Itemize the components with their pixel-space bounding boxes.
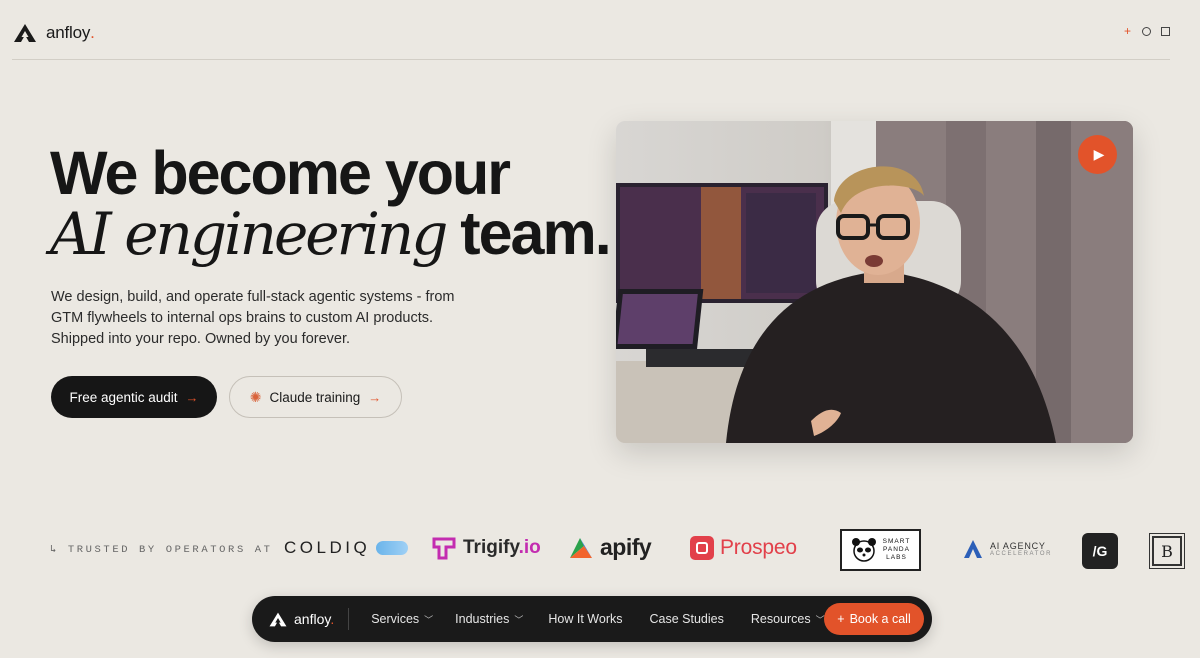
free-audit-label: Free agentic audit xyxy=(69,389,178,405)
b-logo: B xyxy=(1149,533,1185,569)
hero-title-end: team. xyxy=(445,199,611,267)
claude-training-label: Claude training xyxy=(269,389,361,405)
trigify-logo: Trigify.io xyxy=(431,535,541,561)
cloud-icon xyxy=(376,541,409,555)
nav-item-label: Industries xyxy=(455,612,510,626)
plus-icon: + xyxy=(837,612,845,626)
book-call-button[interactable]: + Book a call xyxy=(824,603,924,635)
coldiq-text: COLDIQ xyxy=(284,538,371,557)
nav-item-resources[interactable]: Resources ﹀ xyxy=(751,612,825,626)
nav-item-label: Services xyxy=(371,612,420,626)
site-header: anfloy. + xyxy=(12,0,1170,60)
ai-agency-text: AI AGENCY xyxy=(990,541,1046,551)
nav-item-label: Case Studies xyxy=(649,612,724,626)
claude-training-button[interactable]: ✺ Claude training → xyxy=(229,376,402,418)
ig-text: /G xyxy=(1092,543,1108,559)
book-call-label: Book a call xyxy=(849,612,911,626)
floating-navbar: anfloy. Services ﹀ Industries ﹀ How It W… xyxy=(252,596,932,642)
free-audit-button[interactable]: Free agentic audit → xyxy=(51,376,217,418)
hero-title-line2: AI engineering team. xyxy=(50,203,612,265)
nav-item-label: How It Works xyxy=(548,612,623,626)
panda-icon xyxy=(851,538,876,562)
apify-icon xyxy=(570,537,592,558)
trigify-suffix: .io xyxy=(518,537,541,558)
prospeo-logo: Prospeo xyxy=(690,536,797,560)
play-button[interactable]: ▶ xyxy=(1078,135,1117,174)
hero-title: We become your AI engineering team. xyxy=(50,139,612,265)
trusted-label: ↳ TRUSTED BY OPERATORS AT xyxy=(50,544,273,556)
arrow-right-icon: → xyxy=(368,389,382,405)
ig-logo: /G xyxy=(1082,533,1118,569)
trigify-text: Trigify xyxy=(463,537,519,558)
nav-brand-logo[interactable]: anfloy. xyxy=(268,608,350,630)
apify-logo: apify xyxy=(568,534,652,561)
nav-item-case-studies[interactable]: Case Studies xyxy=(649,612,723,626)
nav-item-label: Resources xyxy=(750,612,811,626)
trigify-icon xyxy=(432,537,456,560)
prospeo-icon xyxy=(690,536,714,560)
brand-logo[interactable]: anfloy. xyxy=(12,22,95,44)
square-icon[interactable] xyxy=(1161,27,1170,36)
coldiq-logo: COLDIQ xyxy=(284,538,409,558)
chevron-down-icon: ﹀ xyxy=(424,615,434,625)
nav-item-industries[interactable]: Industries ﹀ xyxy=(455,612,523,626)
b-text: B xyxy=(1161,541,1173,561)
nav-item-services[interactable]: Services ﹀ xyxy=(371,612,433,626)
hero-video[interactable]: ▶ xyxy=(616,121,1133,443)
nav-item-how-it-works[interactable]: How It Works xyxy=(548,612,622,626)
ai-agency-logo: AI AGENCY ACCELERATOR xyxy=(962,538,1052,560)
ai-agency-icon xyxy=(964,540,982,558)
circle-icon[interactable] xyxy=(1142,27,1151,36)
spark-icon: ✺ xyxy=(249,388,262,405)
chevron-down-icon: ﹀ xyxy=(514,615,524,625)
hero-title-italic: AI engineering xyxy=(50,200,448,268)
prospeo-text: Prospeo xyxy=(720,536,797,559)
anfloy-triangle-icon xyxy=(12,22,38,44)
play-icon: ▶ xyxy=(1093,146,1105,162)
arrow-right-icon: → xyxy=(185,389,199,405)
plus-icon[interactable]: + xyxy=(1123,25,1132,37)
smart-panda-text: SMART PANDA LABS xyxy=(882,538,911,561)
brand-name: anfloy. xyxy=(46,23,95,42)
window-controls: + xyxy=(1123,25,1170,37)
apify-text: apify xyxy=(600,534,652,560)
anfloy-triangle-icon xyxy=(269,612,287,626)
smart-panda-labs-logo: SMART PANDA LABS xyxy=(840,529,921,571)
video-thumbnail xyxy=(616,121,1133,443)
hero-subtitle: We design, build, and operate full-stack… xyxy=(51,289,455,347)
ai-agency-subtext: ACCELERATOR xyxy=(990,551,1053,557)
nav-brand-name: anfloy. xyxy=(294,611,335,627)
hero-title-line1: We become your xyxy=(50,139,511,207)
